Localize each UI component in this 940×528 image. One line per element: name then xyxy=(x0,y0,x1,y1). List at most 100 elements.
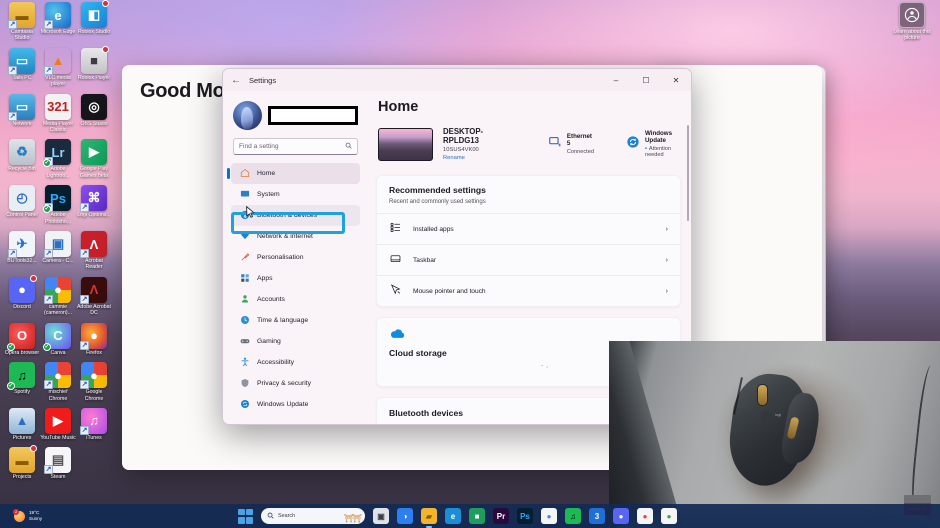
taskbar-spotify-icon[interactable]: ♫ xyxy=(565,508,581,524)
sidebar-item-time-language[interactable]: Time & language xyxy=(231,310,360,331)
desktop-icon-edge[interactable]: e ↗ Microsoft Edge xyxy=(40,2,76,35)
row-label: Mouse pointer and touch xyxy=(413,287,486,295)
desktop-icon-lightroom[interactable]: Lr↗✓Adobe Lightroo... xyxy=(40,139,76,179)
taskbar-chrome-profile-icon[interactable]: ● xyxy=(637,508,653,524)
desktop-icon-folder[interactable]: ▬ ↗ Camtasia Studio xyxy=(4,2,40,42)
taskbar-windows-security-icon[interactable]: ■ xyxy=(469,508,485,524)
desktop-icon-monitor[interactable]: ▭ ↗ Tails PC xyxy=(4,47,40,81)
taskbar-center-cluster: Search ⛩⛩ ▣ ◑ ▰ e ■ Pr Ps ● ♫ 3 ● ● ● xyxy=(238,508,677,528)
row-installed-apps[interactable]: Installed apps › xyxy=(377,213,680,244)
row-taskbar[interactable]: Taskbar › xyxy=(377,244,680,275)
desktop-icon-label: Adobe Photosho... xyxy=(44,212,72,225)
taskbar-icon xyxy=(389,253,402,267)
desktop-icon-chrome-profile[interactable]: ● ↗ cammie (cameron)... xyxy=(40,276,76,317)
desktop-icon-label: Spotify xyxy=(14,389,30,396)
close-button[interactable]: ✕ xyxy=(661,69,691,91)
sidebar-item-privacy-security[interactable]: Privacy & security xyxy=(231,373,360,394)
desktop-icon-spotify[interactable]: ♫ ✓ Spotify xyxy=(4,362,40,395)
desktop-icon-opera[interactable]: O ✓ Opera browser xyxy=(4,322,40,356)
status-title: Ethernet 5 xyxy=(566,133,592,147)
desktop-icon-learn-about-picture[interactable]: Learn about this picture xyxy=(892,2,932,42)
sidebar-item-gaming[interactable]: Gaming xyxy=(231,331,360,352)
sidebar-item-system[interactable]: System xyxy=(231,184,360,205)
taskbar-file-explorer-icon[interactable]: ▰ xyxy=(421,508,437,528)
desktop-icon-grid: ▬ ↗ Camtasia Studio e ↗ Microsoft Edge ◧ Roblox… xyxy=(4,0,116,487)
info-picture-icon xyxy=(899,2,925,28)
pictures-folder-icon: ▲ xyxy=(9,407,35,434)
desktop-icon-vlc-cone[interactable]: ▲ ↗ VLC media player xyxy=(40,48,76,88)
windows-start-icon[interactable] xyxy=(238,508,253,524)
sidebar-item-accessibility[interactable]: Accessibility xyxy=(231,352,360,373)
taskbar-search-box[interactable]: Search ⛩⛩ xyxy=(261,508,365,524)
desktop-icon-folder[interactable]: ▬ Projects xyxy=(4,445,40,480)
taskbar-copilot-icon[interactable]: ◑ xyxy=(397,508,413,524)
mouse-scroll-wheel-icon xyxy=(757,384,768,406)
account-header[interactable] xyxy=(231,97,360,136)
desktop-icon-canva[interactable]: C ✓ Canva xyxy=(40,322,76,356)
desktop-icon-chrome[interactable]: ● ↗ Google Chrome xyxy=(76,362,112,402)
row-mouse-pointer-and-touch[interactable]: Mouse pointer and touch › xyxy=(377,275,680,306)
running-indicator xyxy=(426,525,432,528)
taskbar-search-placeholder: Search xyxy=(278,513,296,519)
taskbar-three-app-icon[interactable]: 3 xyxy=(589,508,605,524)
taskbar-weather-widget[interactable]: 1 19°C Sunny xyxy=(13,508,42,522)
desktop-icon-itunes[interactable]: ♫ ↗ iTunes xyxy=(76,407,112,441)
desktop-icon-control-panel[interactable]: ◴ Control Panel xyxy=(4,185,40,218)
discord-icon: ● xyxy=(9,274,37,303)
synced-badge-icon: ✓ xyxy=(7,342,15,351)
maximize-button[interactable]: ☐ xyxy=(631,69,661,91)
desktop-icon-photoshop[interactable]: Ps↗✓Adobe Photosho... xyxy=(40,185,76,225)
taskbar-discord-icon[interactable]: ● xyxy=(613,508,629,524)
minimize-button[interactable]: – xyxy=(601,69,631,91)
search-input[interactable] xyxy=(239,143,345,150)
status-ethernet[interactable]: Ethernet 5 Connected xyxy=(548,133,594,155)
sidebar-item-network-internet[interactable]: Network & internet xyxy=(231,226,360,247)
sidebar-item-personalisation[interactable]: Personalisation xyxy=(231,247,360,268)
desktop-icon-butools[interactable]: ✈ ↗ BUTools32... xyxy=(4,231,40,264)
desktop-icon-label: Roblox Player xyxy=(77,74,111,81)
rename-link[interactable]: Rename xyxy=(443,155,504,161)
sidebar-item-accounts[interactable]: Accounts xyxy=(231,289,360,310)
desktop-icon-network[interactable]: ▭ ↗ Network xyxy=(4,93,40,127)
desktop-icon-acrobat-dc[interactable]: Λ ↗ Adobe Acrobat DC xyxy=(76,276,112,317)
desktop-icon-roblox-player[interactable]: ■ Roblox Player xyxy=(76,45,112,81)
desktop-icon-media-player-classic[interactable]: 321 Media Player Classic xyxy=(40,93,76,134)
taskbar-chrome-profile-2-icon[interactable]: ● xyxy=(661,508,677,524)
chrome-icon: ● ↗ xyxy=(80,362,107,390)
desktop-icon-chrome-profile[interactable]: ● ↗ mischief Chrome xyxy=(40,362,76,402)
sidebar-item-label: Accounts xyxy=(257,296,285,303)
show-desktop-button[interactable] xyxy=(936,504,940,528)
sidebar-item-apps[interactable]: Apps xyxy=(231,268,360,289)
apps-grid-icon xyxy=(239,273,250,285)
taskbar-premiere-pro-icon[interactable]: Pr xyxy=(493,508,509,524)
desktop-icon-google-play-games[interactable]: ▶ Google Play Games beta xyxy=(76,139,112,179)
desktop-icon-steam-file[interactable]: ▤ ↗ Steam xyxy=(40,447,76,480)
taskbar-task-view-icon[interactable]: ▣ xyxy=(373,508,389,524)
desktop-icon-acrobat-reader[interactable]: Λ ↗ Acrobat Reader xyxy=(76,231,112,271)
desktop-icon-discord[interactable]: ● Discord xyxy=(4,274,40,310)
taskbar-photoshop-icon[interactable]: Ps xyxy=(517,508,533,524)
desktop-icon-firefox[interactable]: ● ↗ Firefox xyxy=(76,322,112,356)
desktop-icon-recycle-bin[interactable]: ♻ Recycle Bin xyxy=(4,139,40,172)
sidebar-item-windows-update[interactable]: Windows Update xyxy=(231,394,360,415)
settings-scrollbar[interactable] xyxy=(686,125,689,221)
taskbar-microsoft-edge-icon[interactable]: e xyxy=(445,508,461,524)
back-arrow-icon[interactable]: ← xyxy=(231,75,249,86)
desktop-icon-logi-options[interactable]: ⌘ ↗ Logi Options... xyxy=(76,185,112,218)
desktop-icon-pictures-folder[interactable]: ▲ Pictures xyxy=(4,407,40,441)
mouse-mode-button xyxy=(761,411,771,423)
taskbar-google-chrome-icon[interactable]: ● xyxy=(541,508,557,524)
desktop-icon-roblox-studio[interactable]: ◧ Roblox Studio xyxy=(76,0,112,35)
desktop-icon-label: Google Play Games beta xyxy=(79,166,109,179)
shortcut-arrow-icon: ↗ xyxy=(8,65,17,75)
desktop-icon-label: OBS Studio xyxy=(80,120,108,127)
search-icon xyxy=(267,512,274,521)
sidebar-item-home[interactable]: Home xyxy=(227,163,360,184)
desktop-icon-obs[interactable]: ◎ OBS Studio xyxy=(76,93,112,127)
sun-icon: 1 xyxy=(13,508,25,522)
desktop-icon-youtube-music[interactable]: ▶ YouTube Music xyxy=(40,407,76,441)
desktop-icon-camera[interactable]: ▣ ↗ Camera - C... xyxy=(40,231,76,264)
avatar[interactable] xyxy=(233,101,262,130)
settings-search-box[interactable] xyxy=(233,138,358,155)
status-windows-update[interactable]: Windows Update Attention needed xyxy=(626,130,681,158)
